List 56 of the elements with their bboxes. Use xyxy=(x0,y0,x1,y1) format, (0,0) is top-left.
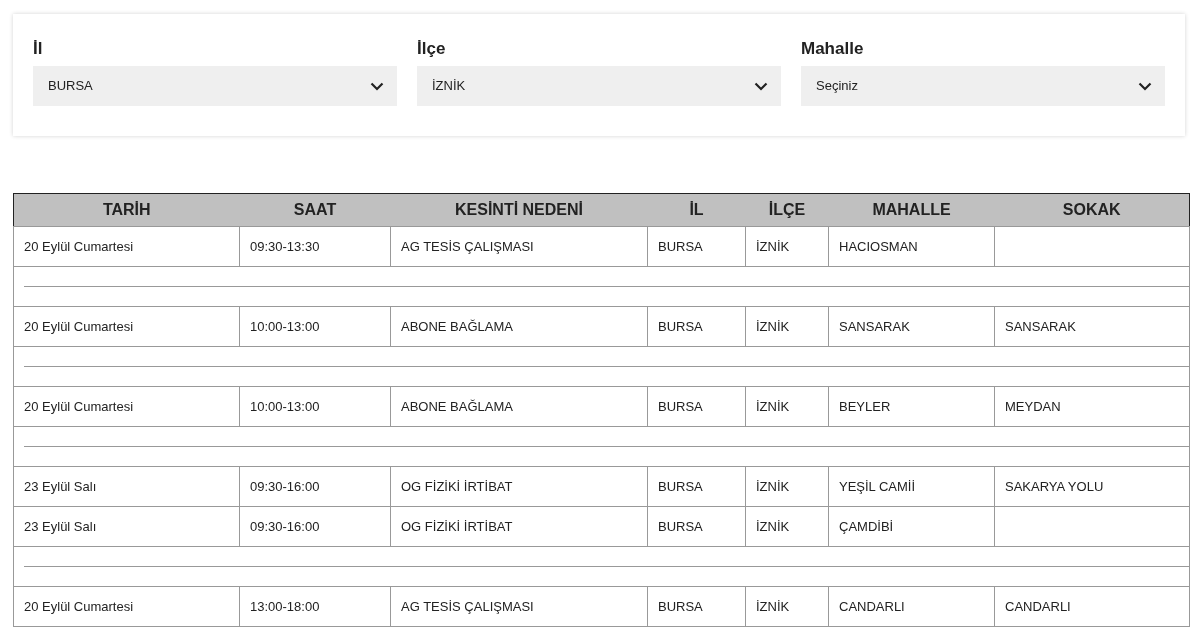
column-header: MAHALLE xyxy=(828,193,995,227)
table-cell: 13:00-18:00 xyxy=(250,598,320,614)
table-cell: İZNİK xyxy=(756,478,790,494)
table-cell: 20 Eylül Cumartesi xyxy=(24,318,134,334)
chevron-down-icon xyxy=(370,81,384,91)
table-cell: 09:30-16:00 xyxy=(250,478,320,494)
column-header: SAAT xyxy=(239,193,391,227)
table-cell: ABONE BAĞLAMA xyxy=(401,318,513,334)
table-cell: MEYDAN xyxy=(1005,398,1061,414)
table-cell: BURSA xyxy=(658,598,703,614)
table-cell: BURSA xyxy=(658,238,703,254)
filter-label: İl xyxy=(33,38,43,60)
table-cell: CANDARLI xyxy=(1005,598,1071,614)
table-cell: ÇAMDİBİ xyxy=(839,518,894,534)
table-cell: BURSA xyxy=(658,398,703,414)
table-cell: 20 Eylül Cumartesi xyxy=(24,598,134,614)
table-cell: BURSA xyxy=(658,518,703,534)
column-header: İLÇE xyxy=(745,193,829,227)
column-header: SOKAK xyxy=(994,193,1190,227)
select-field[interactable]: İZNİK xyxy=(417,66,781,106)
chevron-down-icon xyxy=(754,81,768,91)
filter-label: İlçe xyxy=(417,38,446,60)
table-cell: BURSA xyxy=(658,478,703,494)
table-cell: SANSARAK xyxy=(1005,318,1076,334)
table-cell: İZNİK xyxy=(756,398,790,414)
table-cell: İZNİK xyxy=(756,518,790,534)
table-cell: AG TESİS ÇALIŞMASI xyxy=(401,598,534,614)
table-cell: BURSA xyxy=(658,318,703,334)
select-field[interactable]: Seçiniz xyxy=(801,66,1165,106)
table-cell: İZNİK xyxy=(756,318,790,334)
chevron-down-icon xyxy=(1138,81,1152,91)
table-cell: 23 Eylül Salı xyxy=(24,478,97,494)
table-cell: ABONE BAĞLAMA xyxy=(401,398,513,414)
column-header: KESİNTİ NEDENİ xyxy=(390,193,648,227)
table-cell: İZNİK xyxy=(756,238,790,254)
table-cell: YEŞİL CAMİİ xyxy=(839,478,916,494)
table-cell: AG TESİS ÇALIŞMASI xyxy=(401,238,534,254)
filter-label: Mahalle xyxy=(801,38,864,60)
table-cell: İZNİK xyxy=(756,598,790,614)
column-header: İL xyxy=(647,193,746,227)
column-header: TARİH xyxy=(13,193,240,227)
table-cell: 23 Eylül Salı xyxy=(24,518,97,534)
table-cell: SAKARYA YOLU xyxy=(1005,478,1104,494)
table-cell: 10:00-13:00 xyxy=(250,318,320,334)
table-cell: 09:30-16:00 xyxy=(250,518,320,534)
table-cell: SANSARAK xyxy=(839,318,910,334)
table-cell: CANDARLI xyxy=(839,598,905,614)
table-cell: 20 Eylül Cumartesi xyxy=(24,398,134,414)
table-cell: 09:30-13:30 xyxy=(250,238,320,254)
table-cell: 10:00-13:00 xyxy=(250,398,320,414)
table-cell: HACIOSMAN xyxy=(839,238,918,254)
table-cell: BEYLER xyxy=(839,398,891,414)
table-cell: 20 Eylül Cumartesi xyxy=(24,238,134,254)
table-cell: OG FİZİKİ İRTİBAT xyxy=(401,478,513,494)
select-field[interactable]: BURSA xyxy=(33,66,397,106)
table-cell: OG FİZİKİ İRTİBAT xyxy=(401,518,513,534)
